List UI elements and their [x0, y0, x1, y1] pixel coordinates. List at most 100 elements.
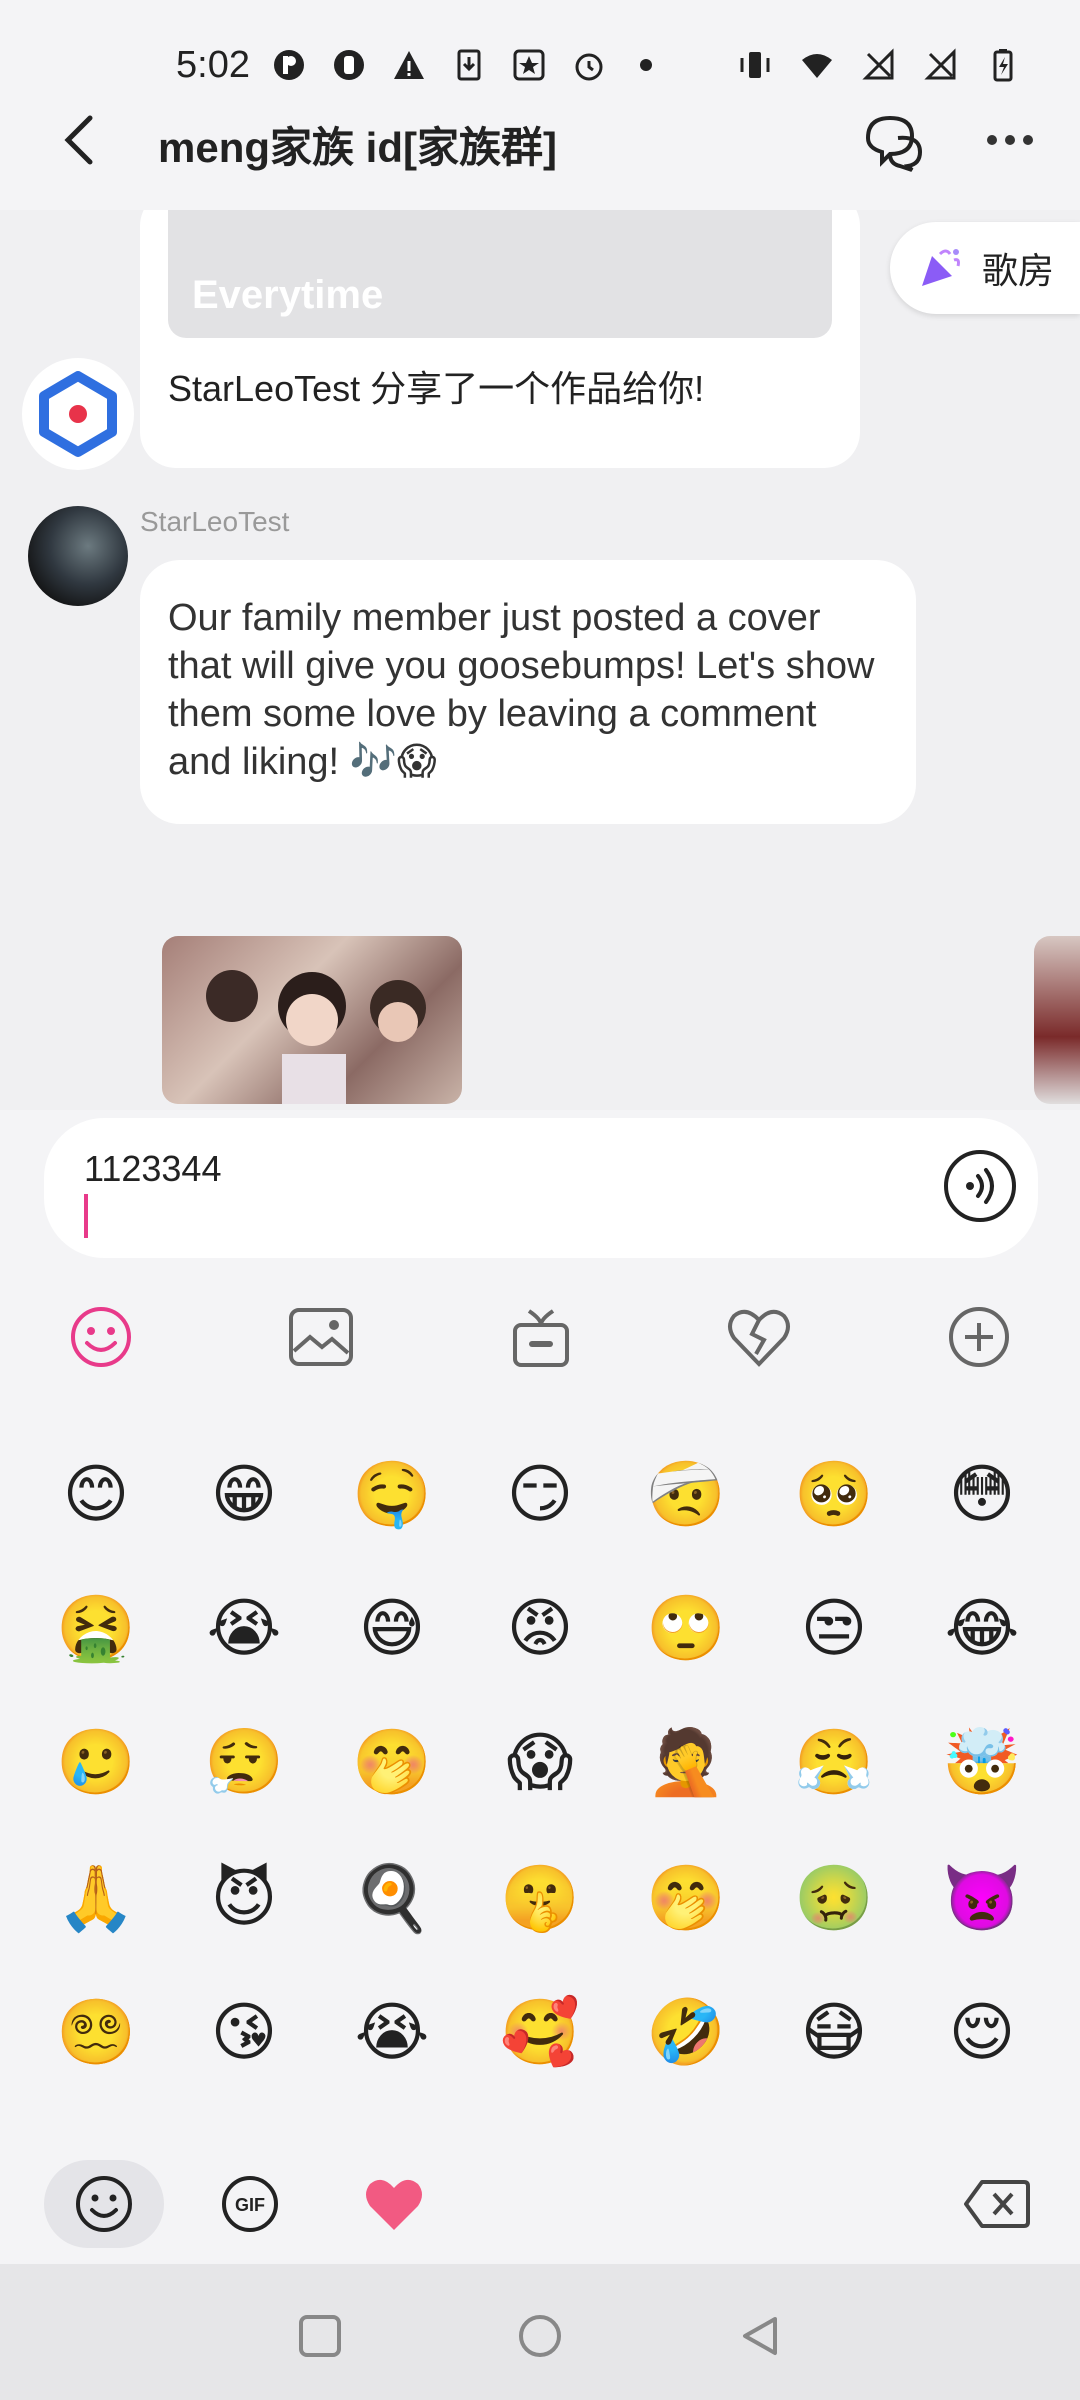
emoji-item[interactable]: 😊: [54, 1452, 138, 1536]
backspace-button[interactable]: [962, 2176, 1032, 2232]
emoji-item[interactable]: 😂: [940, 1586, 1024, 1670]
chat-bubbles-icon: [865, 115, 923, 172]
emoji-item[interactable]: 😷: [792, 1990, 876, 2074]
system-avatar[interactable]: [22, 358, 134, 470]
input-toolbar: [0, 1302, 1080, 1382]
media-thumbnail[interactable]: [162, 936, 462, 1104]
chat-header: meng家族 id[家族群]: [0, 110, 1080, 210]
heart-broken-icon: [728, 1309, 790, 1367]
voice-wave-icon: [966, 1168, 994, 1204]
heart-tab[interactable]: [334, 2160, 454, 2248]
emoji-item[interactable]: 🤭: [350, 1720, 434, 1804]
emoji-item[interactable]: 😭: [202, 1586, 286, 1670]
battery-charging-icon: [993, 49, 1013, 82]
status-left-icons: [272, 48, 652, 82]
emoji-item[interactable]: 😳: [940, 1452, 1024, 1536]
emoji-item[interactable]: 🥲: [54, 1720, 138, 1804]
vibrate-icon: [740, 52, 770, 78]
square-icon: [299, 2315, 341, 2357]
shared-work-title: Everytime: [192, 273, 384, 317]
heart-broken-button[interactable]: [724, 1302, 794, 1372]
emoji-item[interactable]: 👿: [940, 1856, 1024, 1940]
voice-input-button[interactable]: [944, 1150, 1016, 1222]
emoji-item[interactable]: 🥰: [498, 1990, 582, 2074]
emoji-item[interactable]: 🙏: [54, 1856, 138, 1940]
more-plus-button[interactable]: [944, 1302, 1014, 1372]
shared-work-text: StarLeoTest 分享了一个作品给你!: [168, 368, 705, 409]
emoji-item[interactable]: 😮‍💨: [202, 1720, 286, 1804]
media-thumbnail[interactable]: [1034, 936, 1080, 1104]
message-input-value[interactable]: 1123344: [84, 1148, 221, 1190]
emoji-item[interactable]: 😤: [792, 1720, 876, 1804]
gift-button[interactable]: [506, 1302, 576, 1372]
alarm-icon: [575, 53, 603, 81]
message-bubble[interactable]: Our family member just posted a cover th…: [140, 560, 916, 824]
back-button[interactable]: [50, 110, 110, 170]
text-cursor: [84, 1194, 88, 1238]
triangle-back-icon: [743, 2317, 777, 2355]
shared-work-card[interactable]: Everytime StarLeoTest 分享了一个作品给你!: [140, 210, 860, 468]
song-room-button[interactable]: 歌房: [890, 222, 1080, 314]
back-nav-button[interactable]: [728, 2304, 792, 2368]
emoji-item[interactable]: 😏: [498, 1452, 582, 1536]
status-right-icons: [738, 48, 1020, 82]
emoji-item[interactable]: 😡: [498, 1586, 582, 1670]
emoji-item[interactable]: 🤤: [350, 1452, 434, 1536]
sender-name: StarLeoTest: [140, 506, 290, 537]
home-button[interactable]: [508, 2304, 572, 2368]
download-icon: [457, 49, 481, 81]
emoji-item[interactable]: 🥺: [792, 1452, 876, 1536]
emoji-item[interactable]: 😘: [202, 1990, 286, 2074]
emoji-item[interactable]: 😈: [202, 1856, 286, 1940]
recents-button[interactable]: [288, 2304, 352, 2368]
emoji-item[interactable]: 😌: [940, 1990, 1024, 2074]
chat-title: meng家族 id[家族群]: [158, 124, 557, 171]
image-button[interactable]: [286, 1302, 356, 1372]
emoji-item[interactable]: 😅: [350, 1586, 434, 1670]
emoji-item[interactable]: 🍳: [350, 1856, 434, 1940]
song-room-label: 歌房: [982, 250, 1055, 291]
emoji-item[interactable]: 🤭: [644, 1856, 728, 1940]
avatar[interactable]: [28, 506, 128, 606]
dot-icon: [640, 59, 652, 71]
smiley-tab[interactable]: [44, 2160, 164, 2248]
svg-text:GIF: GIF: [235, 2195, 265, 2215]
group-photo-image: [206, 970, 426, 1104]
emoji-item[interactable]: 🤫: [498, 1856, 582, 1940]
message-input[interactable]: 1123344: [44, 1118, 1038, 1258]
emoji-item[interactable]: 😭: [350, 1990, 434, 2074]
group-chat-button[interactable]: [862, 112, 926, 172]
message-text: Our family member just posted a cover th…: [168, 597, 875, 783]
chevron-left-icon: [64, 115, 93, 165]
dot-icon: [987, 135, 997, 145]
emoji-icon: [71, 1307, 131, 1367]
emoji-item[interactable]: 😵‍💫: [54, 1990, 138, 2074]
emoji-item[interactable]: 🤦: [644, 1720, 728, 1804]
status-bar: 5:02: [0, 0, 1080, 110]
emoji-button[interactable]: [66, 1302, 136, 1372]
emoji-item[interactable]: 🤣: [644, 1990, 728, 2074]
image-icon: [289, 1308, 353, 1366]
emoji-item[interactable]: 🤕: [644, 1452, 728, 1536]
shared-work-thumbnail[interactable]: Everytime: [168, 210, 832, 338]
heart-tab-icon: [366, 2179, 422, 2230]
emoji-item[interactable]: 😒: [792, 1586, 876, 1670]
emoji-item[interactable]: 😁: [202, 1452, 286, 1536]
status-time: 5:02: [176, 44, 250, 86]
shield-icon: [334, 50, 364, 80]
gif-tab[interactable]: GIF: [190, 2160, 310, 2248]
emoji-item[interactable]: 😱: [498, 1720, 582, 1804]
app-logo-icon: [39, 371, 117, 457]
p-badge-icon: [274, 50, 304, 80]
system-nav-bar: [0, 2264, 1080, 2400]
circle-icon: [519, 2315, 561, 2357]
emoji-item[interactable]: 🙄: [644, 1586, 728, 1670]
dot-icon: [1005, 135, 1015, 145]
message-list[interactable]: Everytime StarLeoTest 分享了一个作品给你! 歌房 Star…: [0, 210, 1080, 1110]
dot-icon: [1023, 135, 1033, 145]
emoji-item[interactable]: 🤢: [792, 1856, 876, 1940]
more-options-button[interactable]: [978, 110, 1042, 170]
emoji-item[interactable]: 🤮: [54, 1586, 138, 1670]
emoji-item[interactable]: 🤯: [940, 1720, 1024, 1804]
smiley-tab-icon: [76, 2176, 132, 2232]
